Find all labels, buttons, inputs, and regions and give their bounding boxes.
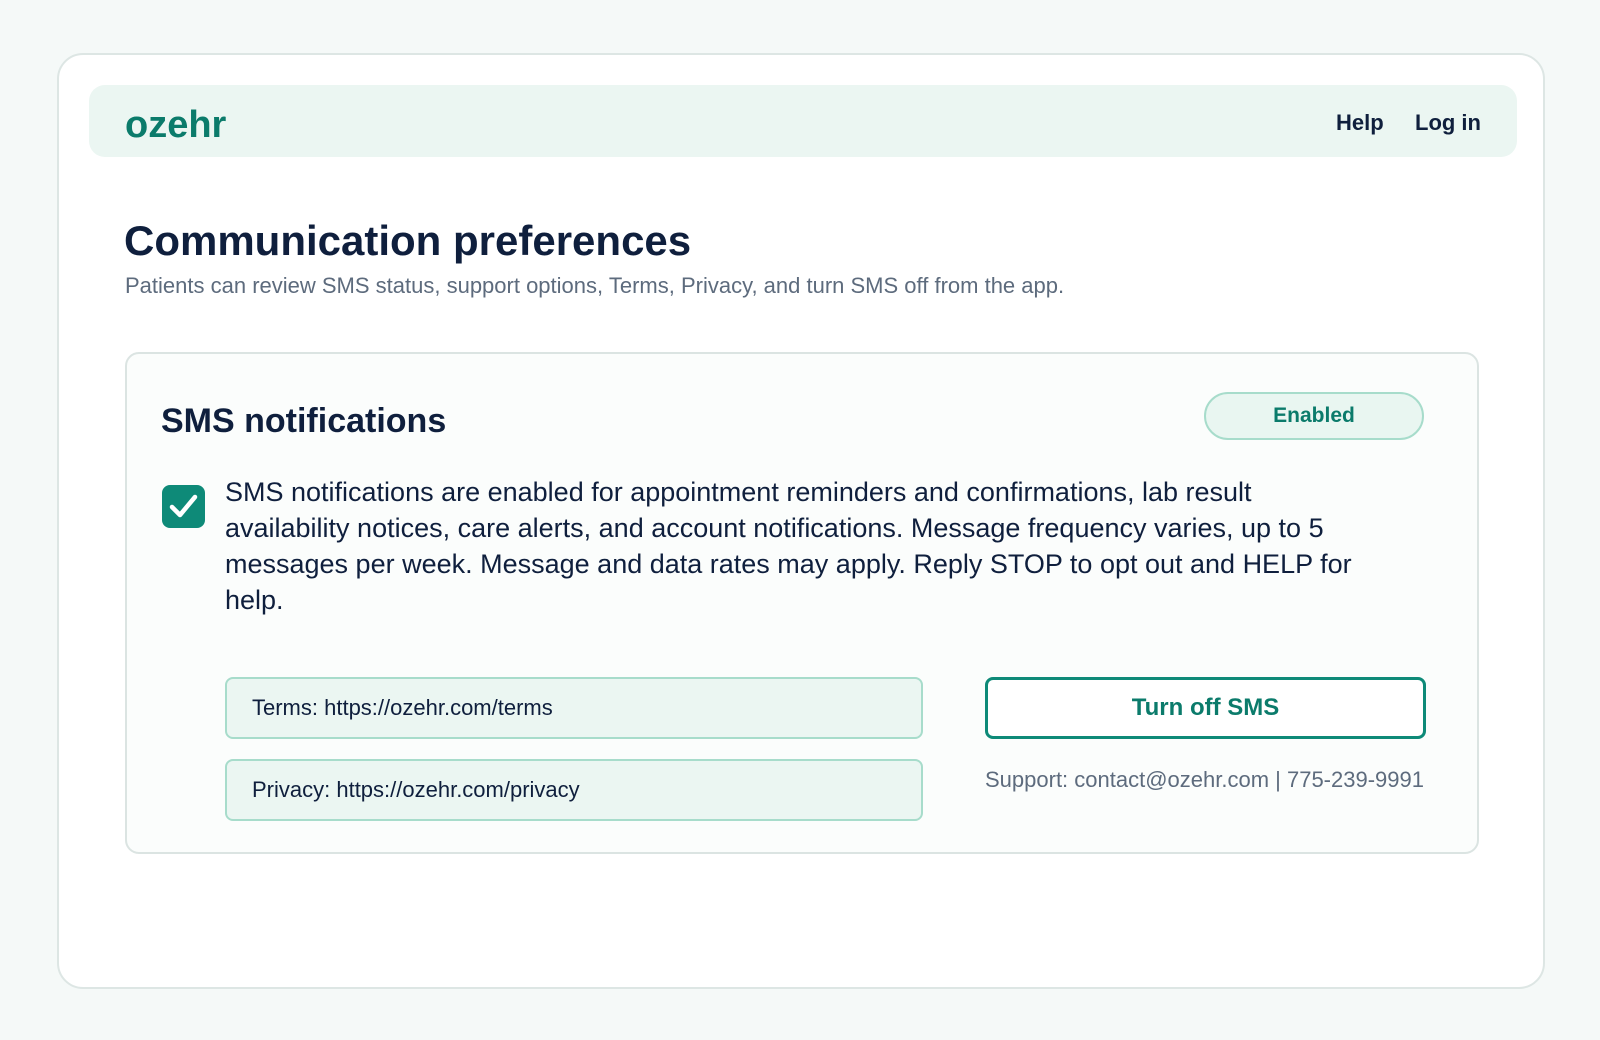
page-subtitle: Patients can review SMS status, support … <box>125 273 1065 298</box>
checkmark-icon <box>169 494 198 518</box>
nav-help-link[interactable]: Help <box>1336 111 1384 135</box>
privacy-link[interactable]: Privacy: https://ozehr.com/privacy <box>225 759 923 821</box>
status-badge: Enabled <box>1204 392 1424 440</box>
turn-off-sms-button[interactable]: Turn off SMS <box>985 677 1426 739</box>
sms-consent-checkbox[interactable] <box>162 485 205 528</box>
app-window: ozehr Help Log in Communication preferen… <box>57 53 1545 989</box>
card-title: SMS notifications <box>161 402 447 440</box>
top-navbar: ozehr Help Log in <box>89 85 1517 157</box>
brand-logo[interactable]: ozehr <box>125 105 226 145</box>
terms-link[interactable]: Terms: https://ozehr.com/terms <box>225 677 923 739</box>
sms-consent-text: SMS notifications are enabled for appoin… <box>225 477 1352 615</box>
nav-login-link[interactable]: Log in <box>1415 111 1481 135</box>
page-title: Communication preferences <box>124 217 692 264</box>
sms-notifications-card: SMS notifications Enabled SMS notificati… <box>125 352 1479 854</box>
support-contact: Support: contact@ozehr.com | 775-239-999… <box>985 767 1424 792</box>
